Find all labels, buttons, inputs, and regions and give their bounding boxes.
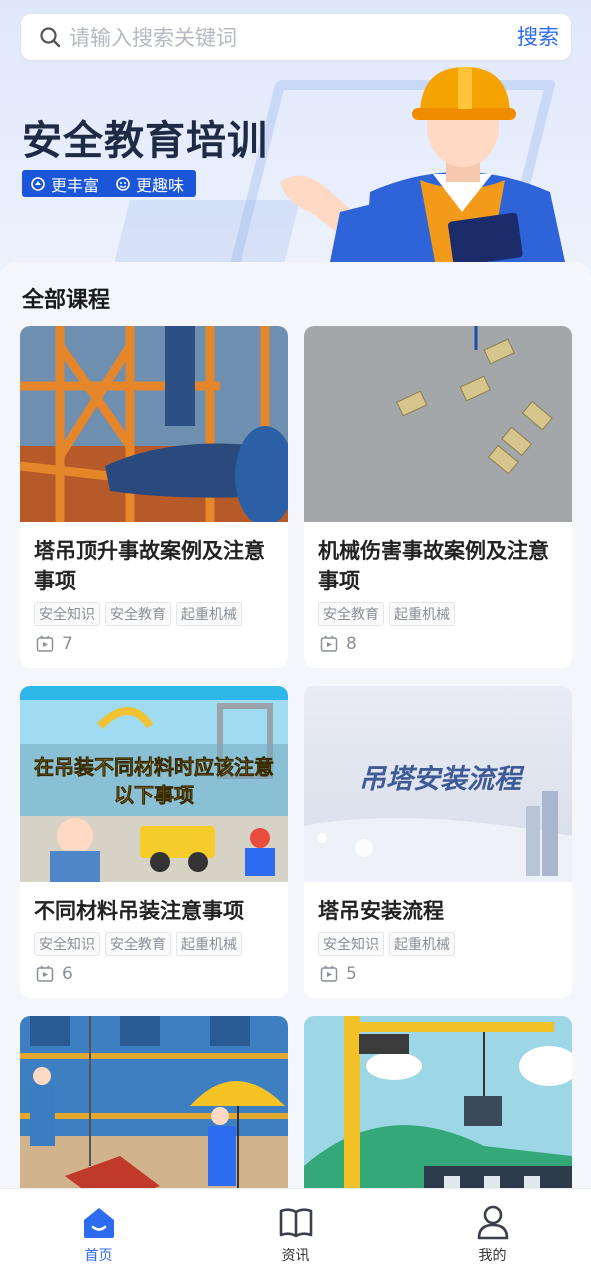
- banner-tag: 更趣味: [115, 172, 184, 196]
- course-card[interactable]: [304, 1016, 572, 1216]
- course-title: 不同材料吊装注意事项: [34, 899, 244, 923]
- nav-item-profile[interactable]: 我的: [394, 1189, 591, 1280]
- search-button[interactable]: 搜索: [517, 14, 559, 60]
- nav-item-news[interactable]: 资讯: [197, 1189, 394, 1280]
- thumbnail-caption: 以下事项: [114, 783, 194, 807]
- video-icon: [320, 965, 338, 982]
- course-card[interactable]: 机械伤害事故案例及注意事项 安全教育 起重机械 8: [304, 326, 572, 668]
- banner-tag-label: 更趣味: [136, 175, 185, 195]
- course-tag: 安全知识: [318, 932, 384, 956]
- nav-label: 资讯: [281, 1248, 310, 1264]
- search-icon: [40, 27, 61, 48]
- video-icon: [36, 635, 54, 652]
- course-thumbnail: [20, 326, 288, 522]
- course-thumbnail: [20, 1016, 288, 1212]
- tower-crane-climbing-image: [20, 326, 288, 522]
- search-bar: 搜索: [21, 14, 571, 62]
- course-tags: 安全知识 安全教育 起重机械: [20, 596, 288, 626]
- course-tags: 安全知识 安全教育 起重机械: [20, 926, 288, 956]
- worksite-umbrella-image: [20, 1016, 288, 1212]
- nav-label: 首页: [84, 1248, 113, 1264]
- course-tags: 安全教育 起重机械: [304, 596, 572, 626]
- banner-tag-label: 更丰富: [51, 175, 100, 195]
- lesson-count: 8: [304, 626, 572, 654]
- thumbnail-caption: 在吊装不同材料时应该注意: [34, 755, 274, 779]
- thumbnail-caption: 吊塔安装流程: [359, 764, 525, 795]
- course-tag: 起重机械: [389, 932, 455, 956]
- lesson-count-value: 5: [346, 964, 357, 984]
- nav-item-home[interactable]: 首页: [0, 1189, 197, 1280]
- course-title: 塔吊安装流程: [318, 899, 444, 923]
- smile-icon: [116, 176, 130, 191]
- banner-title: 安全教育培训: [22, 118, 268, 164]
- construction-ground-image: [304, 326, 572, 522]
- video-icon: [36, 965, 54, 982]
- course-tag: 安全教育: [105, 932, 171, 956]
- search-input[interactable]: [67, 14, 471, 62]
- course-tag: 安全知识: [34, 602, 100, 626]
- course-card[interactable]: 在吊装不同材料时应该注意 以下事项 不同材料吊装注意事项 安全知识 安全教育 起…: [20, 686, 288, 998]
- course-tag: 起重机械: [176, 932, 242, 956]
- video-icon: [320, 635, 338, 652]
- banner-tags: 更丰富 更趣味: [22, 170, 197, 197]
- material-lifting-image: 在吊装不同材料时应该注意 以下事项: [20, 686, 288, 882]
- course-thumbnail: 在吊装不同材料时应该注意 以下事项: [20, 686, 288, 882]
- tower-crane-image: [304, 1016, 572, 1212]
- course-card[interactable]: 塔吊顶升事故案例及注意事项 安全知识 安全教育 起重机械 7: [20, 326, 288, 668]
- lesson-count-value: 7: [62, 634, 73, 654]
- lesson-count-value: 8: [346, 634, 357, 654]
- course-title: 塔吊顶升事故案例及注意事项: [34, 539, 265, 593]
- lesson-count: 7: [20, 626, 288, 654]
- worker-illustration: [280, 67, 565, 262]
- course-tag: 安全教育: [105, 602, 171, 626]
- course-thumbnail: [304, 1016, 572, 1212]
- course-card[interactable]: 吊塔安装流程 塔吊安装流程 安全知识 起重机械 5: [304, 686, 572, 998]
- course-title: 机械伤害事故案例及注意事项: [318, 539, 549, 593]
- lesson-count-value: 6: [62, 964, 73, 984]
- nav-label: 我的: [478, 1248, 507, 1264]
- course-tag: 安全知识: [34, 932, 100, 956]
- banner-tag: 更丰富: [30, 172, 99, 196]
- lesson-count: 6: [20, 956, 288, 984]
- course-thumbnail: 吊塔安装流程: [304, 686, 572, 882]
- section-title: 全部课程: [22, 288, 111, 313]
- app-screen: 安全教育培训 更丰富 更趣味 请输入搜索关键词 搜索 全部课程 塔吊顶升事故案例…: [0, 0, 591, 1280]
- course-tag: 安全教育: [318, 602, 384, 626]
- course-tags: 安全知识 起重机械: [304, 926, 572, 956]
- course-thumbnail: [304, 326, 572, 522]
- course-tag: 起重机械: [389, 602, 455, 626]
- course-tag: 起重机械: [176, 602, 242, 626]
- course-card[interactable]: [20, 1016, 288, 1216]
- recycle-icon: [31, 176, 45, 191]
- tower-installation-image: 吊塔安装流程: [304, 686, 572, 882]
- home-icon: [83, 1208, 114, 1238]
- book-icon: [279, 1208, 312, 1238]
- hero-banner[interactable]: 安全教育培训 更丰富 更趣味 请输入搜索关键词 搜索: [0, 0, 591, 300]
- bottom-nav: 首页 资讯 我的: [0, 1188, 591, 1280]
- lesson-count: 5: [304, 956, 572, 984]
- user-icon: [477, 1205, 508, 1240]
